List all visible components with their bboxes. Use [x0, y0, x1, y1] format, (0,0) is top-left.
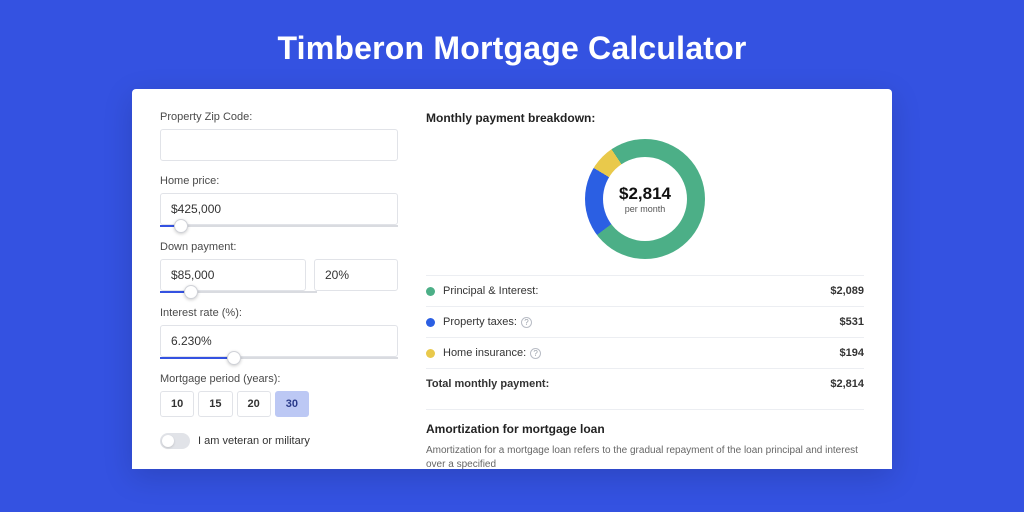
calculator-card: Property Zip Code: Home price: Down paym…	[132, 89, 892, 469]
home-price-label: Home price:	[160, 175, 398, 187]
form-panel: Property Zip Code: Home price: Down paym…	[160, 111, 398, 469]
zip-input[interactable]	[160, 129, 398, 161]
breakdown-legend: Principal & Interest: $2,089 Property ta…	[426, 275, 864, 399]
down-payment-pct-input[interactable]	[314, 259, 398, 291]
period-option-20[interactable]: 20	[237, 391, 271, 417]
donut-amount: $2,814	[619, 184, 671, 204]
legend-name: Property taxes: ?	[443, 316, 840, 328]
legend-row: Home insurance: ? $194	[426, 338, 864, 369]
breakdown-panel: Monthly payment breakdown: $2,814 per mo…	[426, 111, 864, 469]
legend-dot	[426, 287, 435, 296]
interest-slider[interactable]	[160, 357, 398, 359]
breakdown-donut-chart: $2,814 per month	[585, 139, 705, 259]
period-option-30[interactable]: 30	[275, 391, 309, 417]
veteran-label: I am veteran or military	[198, 435, 310, 447]
amortization-section: Amortization for mortgage loan Amortizat…	[426, 409, 864, 469]
legend-value: $194	[840, 347, 864, 359]
legend-value: $2,089	[830, 285, 864, 297]
legend-total-label: Total monthly payment:	[426, 378, 830, 390]
legend-total-row: Total monthly payment:$2,814	[426, 369, 864, 399]
interest-label: Interest rate (%):	[160, 307, 398, 319]
down-payment-input[interactable]	[160, 259, 306, 291]
home-price-input[interactable]	[160, 193, 398, 225]
period-option-15[interactable]: 15	[198, 391, 232, 417]
info-icon[interactable]: ?	[530, 348, 541, 359]
legend-value: $531	[840, 316, 864, 328]
page-title: Timberon Mortgage Calculator	[0, 0, 1024, 89]
down-payment-slider[interactable]	[160, 291, 317, 293]
legend-name: Principal & Interest:	[443, 285, 830, 297]
legend-total-value: $2,814	[830, 378, 864, 390]
info-icon[interactable]: ?	[521, 317, 532, 328]
legend-row: Property taxes: ? $531	[426, 307, 864, 338]
veteran-toggle[interactable]	[160, 433, 190, 449]
interest-input[interactable]	[160, 325, 398, 357]
home-price-slider[interactable]	[160, 225, 398, 227]
amort-text: Amortization for a mortgage loan refers …	[426, 444, 864, 469]
amort-title: Amortization for mortgage loan	[426, 422, 864, 436]
down-payment-label: Down payment:	[160, 241, 398, 253]
legend-name: Home insurance: ?	[443, 347, 840, 359]
period-label: Mortgage period (years):	[160, 373, 398, 385]
legend-row: Principal & Interest: $2,089	[426, 276, 864, 307]
period-option-10[interactable]: 10	[160, 391, 194, 417]
legend-dot	[426, 318, 435, 327]
legend-dot	[426, 349, 435, 358]
period-segmented: 10152030	[160, 391, 398, 417]
donut-sub: per month	[625, 204, 666, 214]
breakdown-title: Monthly payment breakdown:	[426, 111, 864, 125]
zip-label: Property Zip Code:	[160, 111, 398, 123]
